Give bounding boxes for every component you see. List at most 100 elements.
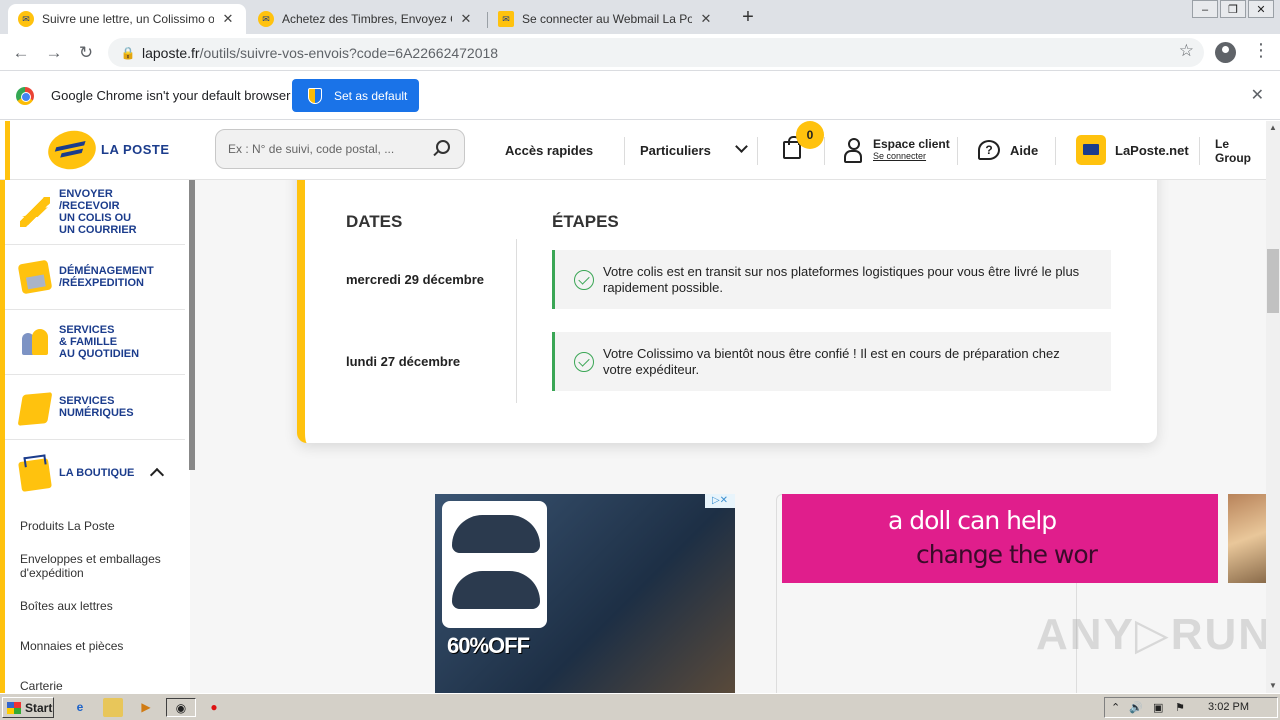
moving-box-icon (17, 259, 53, 295)
shop-basket-icon (18, 458, 52, 492)
media-player-icon[interactable]: ▶ (136, 698, 156, 717)
tab-title: Achetez des Timbres, Envoyez Cour (282, 12, 452, 26)
hat-image (442, 501, 547, 628)
tracking-step: Votre colis est en transit sur nos plate… (552, 250, 1111, 309)
boutique-link[interactable]: Produits La Poste (20, 519, 180, 533)
tab-timbres[interactable]: ✉ Achetez des Timbres, Envoyez Cour ✕ (248, 4, 484, 34)
search-icon[interactable] (436, 140, 450, 154)
system-tray: ⌃ 🔊 ▣ ⚑ 3:02 PM (1104, 697, 1278, 718)
infobar-close-icon[interactable]: ✕ (1251, 85, 1264, 105)
sidebar-scrollbar[interactable] (189, 180, 195, 470)
menu-kebab-icon[interactable]: ⋮ (1252, 40, 1270, 61)
close-window-button[interactable]: ✕ (1248, 0, 1274, 18)
profile-avatar-icon[interactable] (1215, 42, 1236, 63)
sidebar-item-label: DÉMÉNAGEMENT /RÉEXPEDITION (59, 265, 154, 289)
sidebar: ENVOYER /RECEVOIR UN COLIS OU UN COURRIE… (0, 180, 195, 693)
mail-favicon-icon: ✉ (498, 11, 514, 27)
doll-advert[interactable]: a doll can help change the wor (782, 494, 1218, 583)
help-bubble-icon[interactable]: ? (978, 140, 1000, 160)
start-button[interactable]: Start (2, 697, 54, 718)
set-as-default-button[interactable]: Set as default (292, 79, 419, 112)
restore-button[interactable]: ❐ (1220, 0, 1246, 18)
site-header: LA POSTE Accès rapides Particuliers 0 Es… (0, 121, 1266, 180)
boutique-link[interactable]: Monnaies et pièces (20, 639, 180, 653)
tray-arrow-icon[interactable]: ⌃ (1111, 701, 1120, 714)
divider (624, 137, 625, 165)
laposte-net-mail-icon[interactable] (1076, 135, 1106, 165)
divider (957, 137, 958, 165)
clock: 3:02 PM (1208, 701, 1249, 713)
step-text: Votre colis est en transit sur nos plate… (603, 263, 1080, 295)
timeline-divider (516, 239, 517, 403)
acces-rapides-link[interactable]: Accès rapides (505, 121, 593, 180)
laposte-net-link[interactable]: LaPoste.net (1115, 121, 1189, 180)
page-viewport: DATES ÉTAPES mercredi 29 décembre Votre … (0, 121, 1266, 693)
sidebar-item-envoyer[interactable]: ENVOYER /RECEVOIR UN COLIS OU UN COURRIE… (5, 180, 185, 245)
reload-icon[interactable]: ↻ (74, 41, 98, 65)
window-controls: – ❐ ✕ (1190, 0, 1274, 18)
chevron-up-icon[interactable] (149, 467, 165, 483)
photo-advert[interactable] (1228, 494, 1266, 583)
user-icon[interactable] (844, 138, 862, 163)
divider (1055, 137, 1056, 165)
folder-icon[interactable] (103, 698, 123, 717)
hat-icon (452, 571, 540, 609)
search-input[interactable] (228, 142, 428, 156)
network-icon[interactable]: ▣ (1153, 701, 1163, 714)
event-date: mercredi 29 décembre (346, 272, 485, 287)
antivirus-icon[interactable]: ● (204, 698, 224, 717)
shoes-advert[interactable]: 60%OFF ▷✕ (435, 494, 735, 693)
laposte-logo[interactable]: LA POSTE (5, 121, 190, 180)
set-as-default-label: Set as default (334, 88, 408, 103)
step-text: Votre Colissimo va bientôt nous être con… (603, 345, 1060, 377)
particuliers-dropdown[interactable]: Particuliers (640, 121, 711, 180)
internet-explorer-icon[interactable]: e (70, 698, 90, 717)
sidebar-item-famille[interactable]: SERVICES & FAMILLE AU QUOTIDIEN (5, 310, 185, 375)
le-groupe-link[interactable]: Le Group (1215, 121, 1266, 180)
aide-link[interactable]: Aide (1010, 121, 1038, 180)
minimize-button[interactable]: – (1192, 0, 1218, 18)
site-search (215, 129, 465, 169)
boutique-link[interactable]: Enveloppes et emballages d'expédition (20, 552, 180, 580)
sidebar-item-numeriques[interactable]: SERVICES NUMÉRIQUES (5, 375, 185, 440)
check-circle-icon (574, 352, 594, 372)
default-browser-infobar: Google Chrome isn't your default browser… (0, 71, 1280, 120)
espace-client-link[interactable]: Espace client Se connecter (873, 137, 950, 161)
tab-close-icon[interactable]: ✕ (698, 11, 714, 27)
tab-close-icon[interactable]: ✕ (458, 11, 474, 27)
tab-title: Suivre une lettre, un Colissimo ou un (42, 12, 214, 26)
laposte-favicon-icon: ✉ (258, 11, 274, 27)
scroll-up-arrow-icon[interactable]: ▲ (1266, 121, 1280, 135)
address-bar[interactable]: 🔒 laposte.fr/outils/suivre-vos-envois?co… (108, 38, 1204, 67)
volume-icon[interactable]: 🔊 (1129, 701, 1143, 714)
se-connecter-link[interactable]: Se connecter (873, 151, 950, 161)
tab-close-icon[interactable]: ✕ (220, 11, 236, 27)
boutique-link[interactable]: Carterie (20, 679, 180, 693)
paper-plane-icon (20, 197, 50, 227)
flag-notification-icon[interactable]: ⚑ (1175, 701, 1185, 714)
tab-suivre[interactable]: ✉ Suivre une lettre, un Colissimo ou un … (8, 4, 246, 34)
laposte-favicon-icon: ✉ (18, 11, 34, 27)
adchoices-badge[interactable]: ▷✕ (705, 494, 735, 508)
back-icon[interactable]: ← (9, 41, 33, 65)
page-scrollbar[interactable]: ▲ ▼ (1266, 121, 1280, 693)
divider (824, 137, 825, 165)
bookmark-star-icon[interactable]: ☆ (1179, 41, 1194, 61)
lock-icon[interactable]: 🔒 (114, 46, 142, 60)
advert-line-1: a doll can help (888, 506, 1057, 535)
boutique-link[interactable]: Boîtes aux lettres (20, 599, 180, 613)
divider (1199, 137, 1200, 165)
scroll-down-arrow-icon[interactable]: ▼ (1266, 679, 1280, 693)
shield-icon (308, 87, 322, 104)
new-tab-button[interactable]: + (737, 6, 759, 28)
divider (757, 137, 758, 165)
scrollbar-thumb[interactable] (1267, 249, 1279, 313)
chrome-taskbar-icon[interactable]: ◉ (166, 698, 196, 717)
dates-heading: DATES (346, 212, 403, 231)
forward-icon[interactable]: → (42, 41, 66, 65)
sidebar-item-boutique[interactable]: LA BOUTIQUE (5, 440, 185, 505)
chevron-down-icon[interactable] (735, 140, 748, 153)
sidebar-item-demenagement[interactable]: DÉMÉNAGEMENT /RÉEXPEDITION (5, 245, 185, 310)
tab-webmail[interactable]: ✉ Se connecter au Webmail La Poste - ✕ (488, 4, 724, 34)
url-path: /outils/suivre-vos-envois?code=6A2266247… (199, 44, 499, 61)
